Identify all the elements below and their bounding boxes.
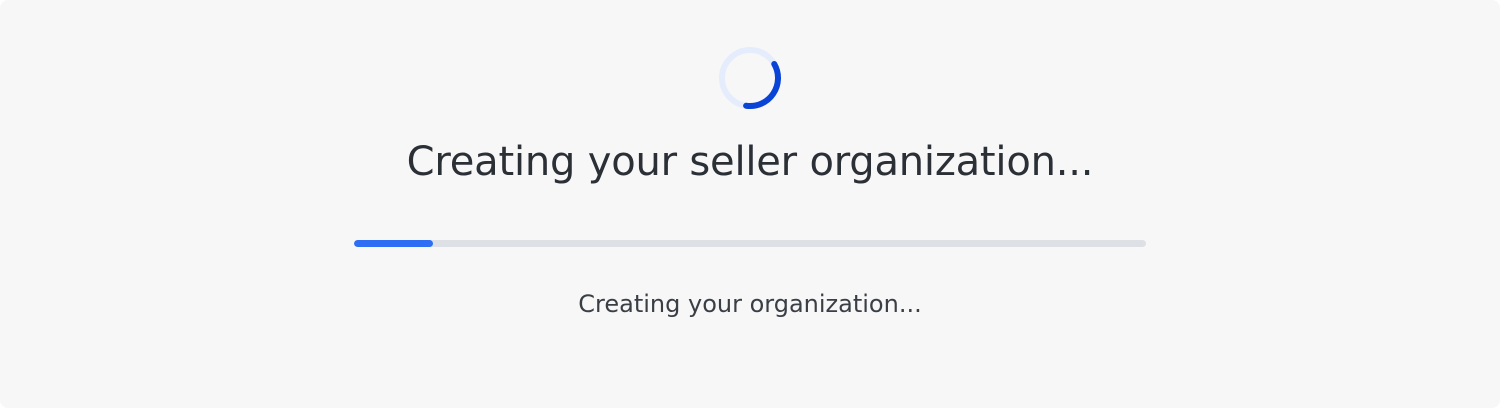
status-text: Creating your organization...	[578, 290, 922, 318]
progress-bar	[354, 240, 1146, 247]
loading-spinner-icon	[718, 46, 782, 110]
progress-bar-fill	[354, 240, 434, 247]
page-title: Creating your seller organization...	[406, 139, 1094, 185]
loading-card: Creating your seller organization... Cre…	[0, 0, 1500, 408]
